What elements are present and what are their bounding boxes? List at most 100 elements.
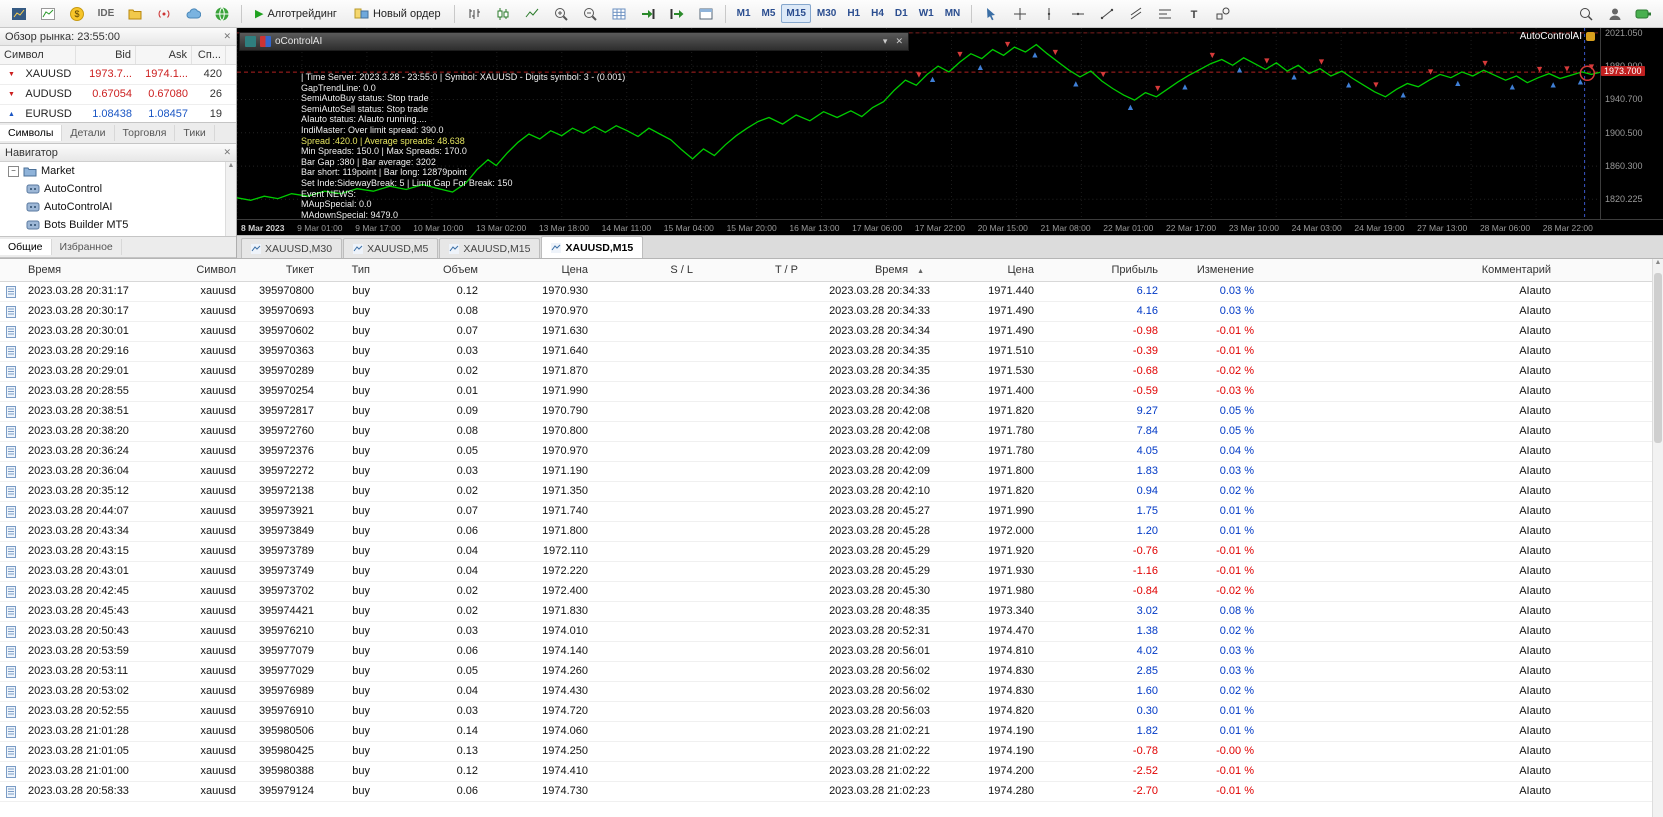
vertical-line-icon[interactable] <box>1036 3 1062 25</box>
order-row[interactable]: 2023.03.28 20:45:43 xauusd 395974421 buy 0.0… <box>0 602 1663 622</box>
algo-trading-button[interactable]: ▶ Алготрейдинг <box>248 3 344 25</box>
order-row[interactable]: 2023.03.28 20:43:34 xauusd 395973849 buy 0.0… <box>0 522 1663 542</box>
grid-icon[interactable] <box>606 3 632 25</box>
auto-scroll-icon[interactable] <box>635 3 661 25</box>
bar-chart-icon[interactable] <box>461 3 487 25</box>
candlestick-chart-icon[interactable] <box>490 3 516 25</box>
chart-tab-3[interactable]: XAUUSD,M15 <box>541 236 644 258</box>
navigator-tab-0[interactable]: Общие <box>0 238 52 255</box>
order-row[interactable]: 2023.03.28 20:36:24 xauusd 395972376 buy 0.0… <box>0 442 1663 462</box>
orders-column-3[interactable]: Тип <box>320 259 376 281</box>
orders-column-6[interactable]: S / L <box>594 259 699 281</box>
orders-column-11[interactable]: Изменение <box>1164 259 1260 281</box>
order-row[interactable]: 2023.03.28 20:28:55 xauusd 395970254 buy 0.0… <box>0 382 1663 402</box>
close-window-icon[interactable]: ✕ <box>895 36 903 47</box>
close-icon[interactable]: ✕ <box>223 31 231 42</box>
orders-column-2[interactable]: Тикет <box>242 259 320 281</box>
scroll-up-icon[interactable]: ▲ <box>228 162 235 169</box>
account-level-indicator[interactable] <box>1631 3 1657 25</box>
timeframe-m30[interactable]: M30 <box>812 4 841 23</box>
dollar-icon[interactable]: $ <box>64 3 90 25</box>
orders-column-8[interactable]: Время ▲ <box>804 259 936 281</box>
scrollbar-thumb[interactable] <box>1654 273 1662 443</box>
order-row[interactable]: 2023.03.28 20:53:59 xauusd 395977079 buy 0.0… <box>0 642 1663 662</box>
market-watch-column-2[interactable]: Ask <box>136 46 192 65</box>
orders-scrollbar[interactable]: ▲ <box>1652 259 1663 817</box>
timeframe-d1[interactable]: D1 <box>890 4 913 23</box>
window-icon[interactable] <box>693 3 719 25</box>
close-icon[interactable]: ✕ <box>223 147 231 158</box>
time-axis[interactable]: 8 Mar 2023 9 Mar 01:00 9 Mar 17:00 10 Mar 1… <box>237 219 1663 235</box>
folder-icon[interactable] <box>122 3 148 25</box>
navigator-item-0[interactable]: − Market <box>0 162 236 180</box>
zoom-in-icon[interactable] <box>548 3 574 25</box>
new-chart-icon[interactable] <box>35 3 61 25</box>
orders-column-12[interactable]: Комментарий <box>1260 259 1663 281</box>
order-row[interactable]: 2023.03.28 20:29:01 xauusd 395970289 buy 0.0… <box>0 362 1663 382</box>
market-watch-tab-0[interactable]: Символы <box>0 125 63 142</box>
navigator-item-1[interactable]: AutoControl <box>0 180 236 198</box>
order-row[interactable]: 2023.03.28 20:42:45 xauusd 395973702 buy 0.0… <box>0 582 1663 602</box>
timeframe-m1[interactable]: M1 <box>732 4 756 23</box>
orders-column-10[interactable]: Прибыль <box>1040 259 1164 281</box>
chart-window[interactable]: ▼ ▲ ▼ ▲ ▼ ▲ ▼ ▲ ▼ ▲ ▼ ▲ ▼ ▲ ▼ ▲ ▼ ▲ ▼ ▲ ▼ ▲ ▼ ▲ ▼ ▲ ▼ ▲ ▼ 2021.050 19… <box>237 28 1663 235</box>
timeframe-h1[interactable]: H1 <box>842 4 865 23</box>
navigator-scrollbar[interactable]: ▲ <box>225 162 236 236</box>
order-row[interactable]: 2023.03.28 20:38:20 xauusd 395972760 buy 0.0… <box>0 422 1663 442</box>
app-logo-icon[interactable] <box>6 3 32 25</box>
market-watch-tab-2[interactable]: Торговля <box>115 125 176 142</box>
timeframe-m15[interactable]: M15 <box>781 4 811 23</box>
order-row[interactable]: 2023.03.28 20:52:55 xauusd 395976910 buy 0.0… <box>0 702 1663 722</box>
order-row[interactable]: 2023.03.28 20:30:01 xauusd 395970602 buy 0.0… <box>0 322 1663 342</box>
orders-column-0[interactable]: Время <box>22 259 150 281</box>
timeframe-mn[interactable]: MN <box>940 4 966 23</box>
order-row[interactable]: 2023.03.28 21:01:28 xauusd 395980506 buy 0.1… <box>0 722 1663 742</box>
chart-shift-icon[interactable] <box>664 3 690 25</box>
navigator-item-2[interactable]: AutoControlAI <box>0 198 236 216</box>
ide-button[interactable]: IDE <box>93 3 119 25</box>
chart-tab-2[interactable]: XAUUSD,M15 <box>439 238 541 258</box>
order-row[interactable]: 2023.03.28 20:44:07 xauusd 395973921 buy 0.0… <box>0 502 1663 522</box>
trendline-icon[interactable] <box>1094 3 1120 25</box>
collapse-icon[interactable]: − <box>8 165 19 177</box>
channel-icon[interactable] <box>1123 3 1149 25</box>
navigator-tab-1[interactable]: Избранное <box>52 238 122 255</box>
order-row[interactable]: 2023.03.28 21:01:05 xauusd 395980425 buy 0.1… <box>0 742 1663 762</box>
fibonacci-icon[interactable] <box>1152 3 1178 25</box>
market-watch-column-3[interactable]: Сп... <box>192 46 226 65</box>
new-order-button[interactable]: Новый ордер <box>347 3 448 25</box>
order-row[interactable]: 2023.03.28 20:50:43 xauusd 395976210 buy 0.0… <box>0 622 1663 642</box>
crosshair-icon[interactable] <box>1007 3 1033 25</box>
chart-tab-1[interactable]: XAUUSD,M5 <box>343 238 439 258</box>
order-row[interactable]: 2023.03.28 20:43:01 xauusd 395973749 buy 0.0… <box>0 562 1663 582</box>
order-row[interactable]: 2023.03.28 20:30:17 xauusd 395970693 buy 0.0… <box>0 302 1663 322</box>
order-row[interactable]: 2023.03.28 20:38:51 xauusd 395972817 buy 0.0… <box>0 402 1663 422</box>
market-watch-tab-1[interactable]: Детали <box>62 125 115 142</box>
market-watch-tab-3[interactable]: Тики <box>175 125 215 142</box>
order-row[interactable]: 2023.03.28 21:01:00 xauusd 395980388 buy 0.1… <box>0 762 1663 782</box>
market-watch-column-0[interactable]: Символ <box>0 46 76 65</box>
order-row[interactable]: 2023.03.28 20:58:33 xauusd 395979124 buy 0.0… <box>0 782 1663 802</box>
line-chart-icon[interactable] <box>519 3 545 25</box>
text-tool-icon[interactable]: T <box>1181 3 1207 25</box>
price-axis[interactable]: 2021.0501980.9001940.7001900.5001860.300… <box>1600 28 1663 221</box>
order-row[interactable]: 2023.03.28 20:43:15 xauusd 395973789 buy 0.0… <box>0 542 1663 562</box>
cloud-icon[interactable] <box>180 3 206 25</box>
search-icon[interactable] <box>1573 3 1599 25</box>
order-row[interactable]: 2023.03.28 20:36:04 xauusd 395972272 buy 0.0… <box>0 462 1663 482</box>
collapse-window-icon[interactable]: ▾ <box>883 36 888 47</box>
community-icon[interactable] <box>209 3 235 25</box>
orders-column-7[interactable]: T / P <box>699 259 804 281</box>
timeframe-w1[interactable]: W1 <box>914 4 939 23</box>
user-account-icon[interactable] <box>1602 3 1628 25</box>
chart-title-bar[interactable]: oControlAI ▾ ✕ <box>239 32 909 51</box>
timeframe-m5[interactable]: M5 <box>757 4 781 23</box>
order-row[interactable]: 2023.03.28 20:53:02 xauusd 395976989 buy 0.0… <box>0 682 1663 702</box>
horizontal-line-icon[interactable] <box>1065 3 1091 25</box>
zoom-out-icon[interactable] <box>577 3 603 25</box>
order-row[interactable]: 2023.03.28 20:53:11 xauusd 395977029 buy 0.0… <box>0 662 1663 682</box>
orders-column-4[interactable]: Объем <box>376 259 484 281</box>
navigator-item-3[interactable]: Bots Builder MT5 <box>0 216 236 234</box>
order-row[interactable]: 2023.03.28 20:29:16 xauusd 395970363 buy 0.0… <box>0 342 1663 362</box>
chart-tab-0[interactable]: XAUUSD,M30 <box>241 238 343 258</box>
